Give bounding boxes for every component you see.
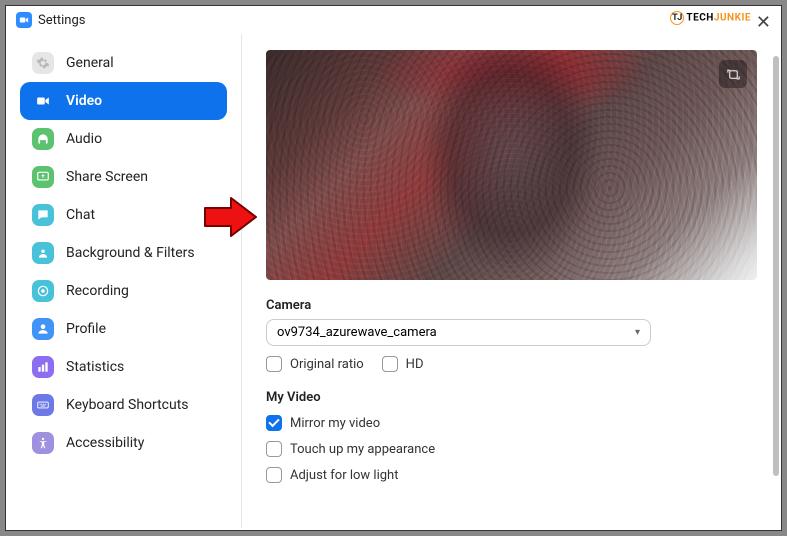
- window-title: Settings: [38, 13, 85, 28]
- original-ratio-checkbox[interactable]: [266, 356, 282, 372]
- sidebar-item-label: Accessibility: [66, 435, 144, 451]
- lowlight-checkbox[interactable]: [266, 467, 282, 483]
- hd-option[interactable]: HD: [382, 356, 424, 372]
- touchup-label: Touch up my appearance: [290, 442, 435, 457]
- app-icon: [16, 12, 32, 28]
- camera-options-row: Original ratio HD: [266, 356, 757, 372]
- touchup-option[interactable]: Touch up my appearance: [266, 441, 757, 457]
- video-preview: [266, 50, 757, 280]
- sidebar-item-label: Video: [66, 93, 102, 109]
- original-ratio-option[interactable]: Original ratio: [266, 356, 364, 372]
- sidebar-item-general[interactable]: General: [20, 44, 227, 82]
- sidebar-item-label: Share Screen: [66, 169, 148, 185]
- sidebar-item-background-filters[interactable]: Background & Filters: [20, 234, 227, 272]
- watermark-text-2: JUNKIE: [714, 13, 751, 24]
- keyboard-icon: [32, 394, 54, 416]
- my-video-options: Mirror my video Touch up my appearance A…: [266, 415, 757, 483]
- watermark-text-1: TECH: [686, 13, 713, 24]
- scrollbar[interactable]: [773, 56, 779, 476]
- main-panel: Camera ov9734_azurewave_camera ▾ Origina…: [242, 34, 781, 528]
- camera-section-label: Camera: [266, 298, 757, 313]
- sidebar-item-label: Statistics: [66, 359, 124, 375]
- hd-label: HD: [406, 357, 424, 372]
- sidebar-item-video[interactable]: Video: [20, 82, 227, 120]
- settings-window: TJTECHJUNKIE Settings ✕ General Video Au…: [5, 5, 782, 531]
- sidebar-item-keyboard-shortcuts[interactable]: Keyboard Shortcuts: [20, 386, 227, 424]
- annotation-arrow: [203, 196, 258, 242]
- rotate-button[interactable]: [719, 60, 747, 88]
- chevron-down-icon: ▾: [635, 327, 640, 338]
- sidebar-item-share-screen[interactable]: Share Screen: [20, 158, 227, 196]
- touchup-checkbox[interactable]: [266, 441, 282, 457]
- sidebar-item-recording[interactable]: Recording: [20, 272, 227, 310]
- sidebar-item-audio[interactable]: Audio: [20, 120, 227, 158]
- lowlight-option[interactable]: Adjust for low light: [266, 467, 757, 483]
- profile-icon: [32, 318, 54, 340]
- sidebar-item-label: General: [66, 55, 114, 71]
- chat-icon: [32, 204, 54, 226]
- hd-checkbox[interactable]: [382, 356, 398, 372]
- sidebar-item-label: Chat: [66, 207, 95, 223]
- sidebar-item-accessibility[interactable]: Accessibility: [20, 424, 227, 462]
- titlebar: Settings: [6, 6, 781, 34]
- statistics-icon: [32, 356, 54, 378]
- sidebar-item-label: Keyboard Shortcuts: [66, 397, 189, 413]
- headphones-icon: [32, 128, 54, 150]
- sidebar-item-label: Audio: [66, 131, 102, 147]
- sidebar-item-statistics[interactable]: Statistics: [20, 348, 227, 386]
- close-button[interactable]: ✕: [756, 14, 771, 32]
- sidebar-item-label: Recording: [66, 283, 129, 299]
- lowlight-label: Adjust for low light: [290, 468, 398, 483]
- gear-icon: [32, 52, 54, 74]
- watermark: TJTECHJUNKIE: [670, 11, 751, 25]
- video-icon: [32, 90, 54, 112]
- sidebar: General Video Audio Share Screen Chat Ba: [6, 34, 241, 528]
- camera-select[interactable]: ov9734_azurewave_camera ▾: [266, 319, 651, 346]
- recording-icon: [32, 280, 54, 302]
- share-screen-icon: [32, 166, 54, 188]
- mirror-option[interactable]: Mirror my video: [266, 415, 757, 431]
- watermark-icon: TJ: [670, 11, 684, 25]
- camera-select-value: ov9734_azurewave_camera: [277, 325, 437, 340]
- background-icon: [32, 242, 54, 264]
- content: General Video Audio Share Screen Chat Ba: [6, 34, 781, 528]
- my-video-section-label: My Video: [266, 390, 757, 405]
- sidebar-item-label: Profile: [66, 321, 106, 337]
- original-ratio-label: Original ratio: [290, 357, 364, 372]
- mirror-checkbox[interactable]: [266, 415, 282, 431]
- sidebar-item-chat[interactable]: Chat: [20, 196, 227, 234]
- sidebar-item-profile[interactable]: Profile: [20, 310, 227, 348]
- mirror-label: Mirror my video: [290, 416, 380, 431]
- sidebar-item-label: Background & Filters: [66, 245, 195, 261]
- accessibility-icon: [32, 432, 54, 454]
